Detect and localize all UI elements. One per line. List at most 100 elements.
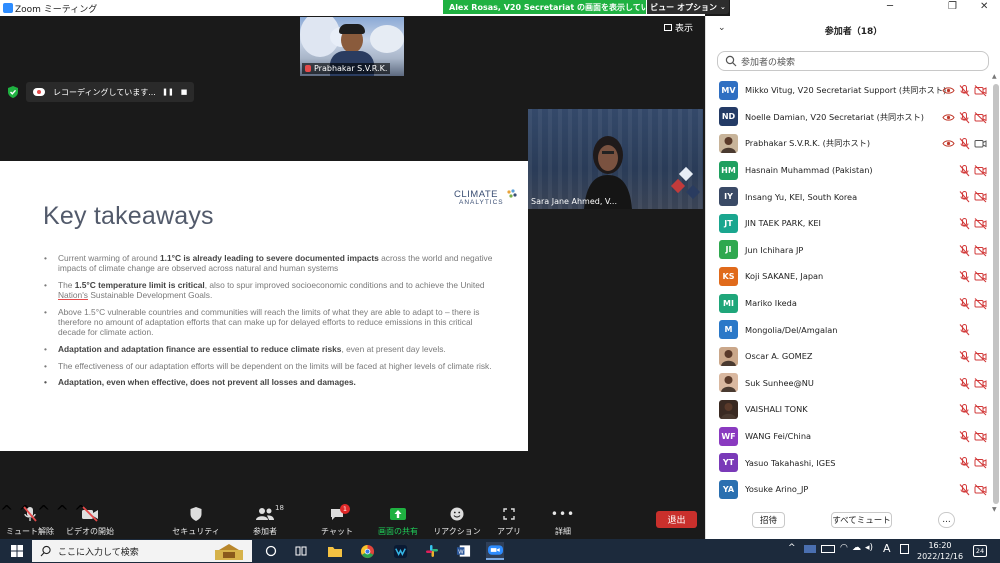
video-off-icon[interactable] <box>974 456 987 469</box>
maximize-icon[interactable]: ❐ <box>948 1 957 12</box>
participant-row[interactable]: ND Noelle Damian, V20 Secretariat (共同ホスト) <box>706 104 996 131</box>
participant-row[interactable]: HM Hasnain Muhammad (Pakistan) <box>706 157 996 184</box>
slack-icon[interactable] <box>423 542 441 560</box>
video-off-icon[interactable] <box>974 84 987 97</box>
mic-muted-icon[interactable] <box>958 456 971 469</box>
participant-search-input[interactable]: 参加者の検索 <box>717 51 989 71</box>
close-icon[interactable]: ✕ <box>980 1 988 12</box>
participants-button[interactable]: 18 参加者 <box>235 504 295 537</box>
keyboard-icon[interactable] <box>900 544 909 554</box>
video-off-icon[interactable] <box>974 190 987 203</box>
more-button[interactable]: ••• 詳細 <box>533 504 593 537</box>
participant-row[interactable]: WF WANG Fei/China <box>706 423 996 450</box>
video-off-icon[interactable] <box>974 430 987 443</box>
video-off-icon[interactable] <box>974 377 987 390</box>
task-view-icon[interactable] <box>262 542 280 560</box>
participant-row[interactable]: VAISHALI TONK <box>706 396 996 423</box>
active-speaker-video[interactable]: Sara Jane Ahmed, V... <box>528 109 703 209</box>
participant-row[interactable]: YA Yosuke Arino_JP <box>706 476 996 503</box>
chevron-up-icon[interactable]: ^ <box>788 543 796 553</box>
video-off-icon[interactable] <box>974 403 987 416</box>
reactions-button[interactable]: リアクション <box>427 504 487 537</box>
word-icon[interactable]: W <box>454 542 472 560</box>
notification-icon[interactable]: 24 <box>973 545 987 557</box>
invite-button[interactable]: 招待 <box>752 512 785 528</box>
avatar: IY <box>719 187 738 207</box>
cloud-icon[interactable]: ☁ <box>852 543 861 553</box>
video-off-icon[interactable] <box>974 244 987 257</box>
mic-muted-icon[interactable] <box>958 244 971 257</box>
more-options-button[interactable]: … <box>938 512 955 528</box>
mic-muted-icon[interactable] <box>958 350 971 363</box>
minimize-icon[interactable]: ─ <box>887 1 893 12</box>
avatar: ND <box>719 107 738 127</box>
participant-row[interactable]: MI Mariko Ikeda <box>706 290 996 317</box>
mic-muted-icon[interactable] <box>958 190 971 203</box>
start-video-button[interactable]: ビデオの開始 <box>60 504 120 537</box>
video-off-icon[interactable] <box>974 350 987 363</box>
widgets-icon[interactable] <box>292 542 310 560</box>
zoom-taskbar-icon[interactable] <box>486 542 504 560</box>
participant-row[interactable]: JT JIN TAEK PARK, KEI <box>706 210 996 237</box>
scroll-down-arrow[interactable]: ▼ <box>992 506 997 513</box>
climate-analytics-logo: CLIMATE ANALYTICS <box>454 189 518 207</box>
participant-row[interactable]: IY Insang Yu, KEI, South Korea <box>706 183 996 210</box>
unmute-button[interactable]: ミュート解除 <box>0 504 60 537</box>
webex-icon[interactable] <box>391 542 409 560</box>
apps-button[interactable]: アプリ <box>479 504 539 537</box>
participant-name: Hasnain Muhammad (Pakistan) <box>745 165 873 176</box>
participant-row[interactable]: MV Mikko Vitug, V20 Secretariat Support (… <box>706 77 996 104</box>
taskbar-search-box[interactable]: ここに入力して検索 <box>32 540 252 562</box>
mic-muted-icon[interactable] <box>958 483 971 496</box>
participant-row[interactable]: Suk Sunhee@NU <box>706 370 996 397</box>
participant-row[interactable]: M Mongolia/Del/Amgalan <box>706 316 996 343</box>
mic-muted-icon[interactable] <box>958 270 971 283</box>
leave-button[interactable]: 退出 <box>656 511 697 528</box>
stop-icon[interactable]: ■ <box>178 88 190 96</box>
participant-row[interactable]: Prabhakar S.V.R.K. (共同ホスト) <box>706 130 996 157</box>
mic-muted-icon[interactable] <box>958 164 971 177</box>
wifi-icon[interactable]: ◠ <box>840 543 848 553</box>
mute-all-button[interactable]: すべてミュート <box>831 512 892 528</box>
participant-row[interactable]: KS Koji SAKANE, Japan <box>706 263 996 290</box>
slide-bullet: The 1.5°C temperature limit is critical,… <box>44 280 494 301</box>
mic-muted-icon[interactable] <box>958 297 971 310</box>
video-off-icon[interactable] <box>974 111 987 124</box>
eye-icon[interactable] <box>942 137 955 150</box>
shield-check-icon[interactable] <box>6 85 20 99</box>
mic-muted-icon[interactable] <box>958 430 971 443</box>
mic-muted-icon[interactable] <box>958 377 971 390</box>
mic-muted-icon[interactable] <box>958 323 971 336</box>
share-screen-button[interactable]: 画面の共有 <box>368 504 428 537</box>
chat-button[interactable]: 1 チャット <box>307 504 367 537</box>
battery-icon[interactable] <box>821 545 835 553</box>
video-icon[interactable] <box>974 137 987 150</box>
chrome-icon[interactable] <box>358 542 376 560</box>
video-off-icon[interactable] <box>974 164 987 177</box>
video-off-icon[interactable] <box>974 483 987 496</box>
participant-row[interactable]: YT Yasuo Takahashi, IGES <box>706 449 996 476</box>
view-options-button[interactable]: ビュー オプション ⌄ <box>647 0 729 14</box>
mic-muted-icon[interactable] <box>958 137 971 150</box>
eye-icon[interactable] <box>942 84 955 97</box>
security-button[interactable]: セキュリティ <box>166 504 226 537</box>
participant-row[interactable]: JI Jun Ichihara JP <box>706 237 996 264</box>
ime-indicator[interactable]: A <box>883 542 891 555</box>
top-video-thumbnail[interactable]: Prabhakar S.V.R.K. <box>300 17 404 76</box>
eye-icon[interactable] <box>942 111 955 124</box>
mic-muted-icon[interactable] <box>958 217 971 230</box>
participant-row[interactable]: Oscar A. GOMEZ <box>706 343 996 370</box>
mic-muted-icon[interactable] <box>958 111 971 124</box>
video-off-icon[interactable] <box>974 270 987 283</box>
vpn-icon[interactable] <box>804 545 816 553</box>
pause-icon[interactable]: ❚❚ <box>162 88 174 96</box>
taskbar-clock[interactable]: 16:20 2022/12/16 <box>917 540 963 562</box>
speaker-icon[interactable]: ◂) <box>865 543 873 553</box>
view-button[interactable]: 表示 <box>664 21 693 34</box>
windows-start-icon[interactable] <box>11 545 23 557</box>
mic-muted-icon[interactable] <box>958 403 971 416</box>
mic-muted-icon[interactable] <box>958 84 971 97</box>
video-off-icon[interactable] <box>974 217 987 230</box>
video-off-icon[interactable] <box>974 297 987 310</box>
file-explorer-icon[interactable] <box>326 542 344 560</box>
